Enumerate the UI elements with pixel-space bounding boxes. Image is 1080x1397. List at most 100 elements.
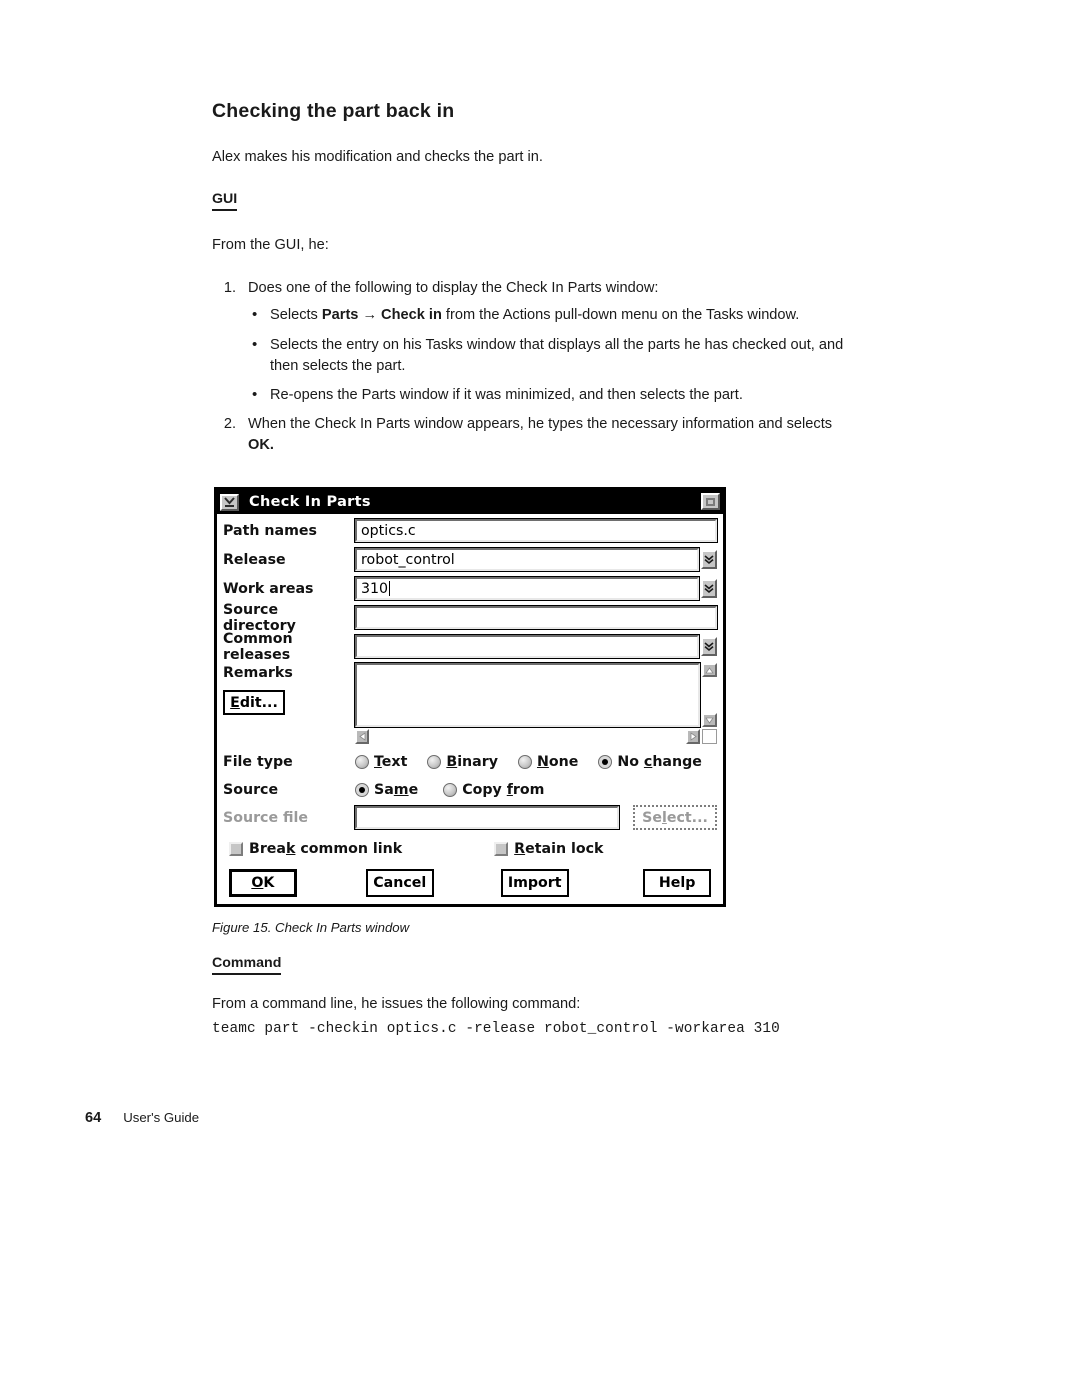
radio-source-same[interactable]: Same (355, 782, 418, 798)
step-2-text: When the Check In Parts window appears, … (248, 416, 833, 433)
common-releases-input[interactable] (354, 634, 700, 659)
path-names-value: optics.c (361, 522, 416, 539)
radio-icon (427, 754, 442, 769)
radio-label: Same (374, 781, 419, 798)
dialog-button-bar: OK Cancel Import Help (223, 863, 717, 897)
work-areas-input[interactable]: 310 (354, 576, 700, 601)
checkbox-retain-lock[interactable]: Retain lock (494, 841, 603, 857)
source-radio-group: Same Copy from (355, 782, 564, 798)
remarks-horizontal-scrollbar[interactable] (355, 729, 717, 744)
steps-list: 1. Does one of the following to display … (212, 278, 862, 456)
checkbox-icon (494, 842, 509, 856)
release-input[interactable]: robot_control (354, 547, 700, 572)
radio-label: Copy from (462, 781, 545, 798)
page-footer: 64 User's Guide (85, 1110, 199, 1126)
field-row-source: Source Same Copy from (223, 776, 717, 803)
checkbox-row: Break common link Retain lock (223, 835, 717, 863)
radio-label: Binary (446, 753, 498, 770)
scroll-down-icon[interactable] (702, 713, 717, 727)
remarks-vertical-scrollbar[interactable] (702, 663, 717, 727)
bullet-item: • Re-opens the Parts window if it was mi… (248, 385, 862, 406)
text-caret (389, 581, 391, 596)
scroll-left-icon[interactable] (355, 729, 369, 744)
page-number: 64 (85, 1110, 102, 1126)
step-2-bold-ok: OK. (248, 437, 274, 454)
radio-label: Text (374, 753, 408, 770)
checkbox-icon (229, 842, 243, 856)
maximize-icon[interactable] (701, 493, 720, 510)
command-line-text: teamc part -checkin optics.c -release ro… (212, 1021, 780, 1037)
edit-button-label: Edit... (230, 694, 278, 711)
cancel-button[interactable]: Cancel (365, 869, 434, 897)
command-section-heading: Command (212, 955, 282, 975)
source-directory-label: Source directory (223, 601, 296, 634)
hscroll-track[interactable] (355, 729, 700, 744)
checkbox-label: Retain lock (514, 841, 604, 857)
bullet-bold-checkin: Check in (381, 307, 442, 324)
menu-arrow-icon: → (362, 307, 378, 324)
common-releases-dropdown-icon[interactable] (701, 637, 717, 656)
gui-intro-paragraph: From the GUI, he: (212, 237, 329, 254)
file-type-radio-group: Text Binary None No change (355, 754, 722, 770)
radio-file-type-text[interactable]: Text (355, 754, 407, 770)
help-button[interactable]: Help (643, 869, 711, 897)
release-dropdown-icon[interactable] (701, 550, 717, 569)
field-row-file-type: File type Text Binary None No change (223, 748, 717, 775)
field-row-release: Release robot_control (223, 547, 717, 572)
ok-button[interactable]: OK (229, 869, 297, 897)
radio-icon (517, 754, 532, 769)
remarks-left-column: Remarks Edit... (223, 663, 355, 744)
radio-label: No change (617, 753, 702, 770)
file-type-label: File type (223, 753, 293, 770)
path-names-label: Path names (223, 522, 317, 539)
bullet-text: Selects the entry on his Tasks window th… (270, 336, 844, 374)
radio-source-copy-from[interactable]: Copy from (443, 782, 544, 798)
step-1-bullets: • Selects Parts → Check in from the Action… (248, 305, 862, 406)
radio-icon-selected (598, 754, 613, 769)
radio-icon (443, 782, 458, 797)
step-1: 1. Does one of the following to display … (212, 278, 862, 406)
import-button[interactable]: Import (500, 869, 569, 897)
source-directory-input[interactable] (354, 605, 718, 630)
window-titlebar[interactable]: Check In Parts (217, 490, 723, 514)
source-label: Source (223, 781, 279, 798)
bullet-text: Re-opens the Parts window if it was mini… (270, 386, 743, 403)
edit-button[interactable]: Edit... (223, 690, 285, 715)
bullet-pre: Selects (270, 307, 322, 324)
radio-file-type-none[interactable]: None (517, 754, 578, 770)
intro-paragraph: Alex makes his modification and checks t… (212, 149, 543, 165)
radio-file-type-no-change[interactable]: No change (598, 754, 702, 770)
radio-file-type-binary[interactable]: Binary (427, 754, 498, 770)
check-in-parts-window[interactable]: Check In Parts Path names optics.c Relea… (214, 487, 726, 907)
release-value: robot_control (361, 551, 455, 568)
help-button-label: Help (658, 875, 696, 891)
bullet-post: from the Actions pull-down menu on the T… (441, 307, 800, 324)
field-row-work-areas: Work areas 310 (223, 576, 717, 601)
radio-icon (355, 754, 369, 769)
radio-icon-selected (355, 782, 369, 797)
source-file-input (354, 805, 620, 830)
select-button-label: Select... (642, 809, 708, 826)
remarks-area-main (354, 662, 717, 728)
bullet-marker: • (252, 385, 258, 403)
command-intro: From a command line, he issues the follo… (212, 996, 581, 1012)
gui-section-heading: GUI (212, 191, 238, 212)
document-content: Checking the part back in Alex makes his… (212, 100, 862, 460)
work-areas-label: Work areas (223, 580, 314, 597)
bullet-item: • Selects the entry on his Tasks window … (248, 335, 862, 377)
path-names-input[interactable]: optics.c (354, 518, 718, 543)
field-row-source-directory: Source directory (223, 602, 718, 634)
bullet-marker: • (252, 306, 258, 324)
remarks-label: Remarks (223, 665, 293, 681)
source-file-label: Source file (223, 809, 309, 826)
scroll-right-icon[interactable] (686, 729, 700, 744)
scroll-up-icon[interactable] (702, 663, 717, 677)
bullet-bold-parts: Parts (321, 307, 359, 324)
step-1-number: 1. (223, 280, 236, 297)
page: Checking the part back in Alex makes his… (0, 0, 1080, 1397)
remarks-textarea[interactable] (354, 662, 701, 728)
field-row-path-names: Path names optics.c (223, 518, 718, 543)
work-areas-dropdown-icon[interactable] (701, 579, 717, 598)
window-menu-icon[interactable] (220, 493, 239, 511)
checkbox-break-common-link[interactable]: Break common link (229, 841, 402, 857)
